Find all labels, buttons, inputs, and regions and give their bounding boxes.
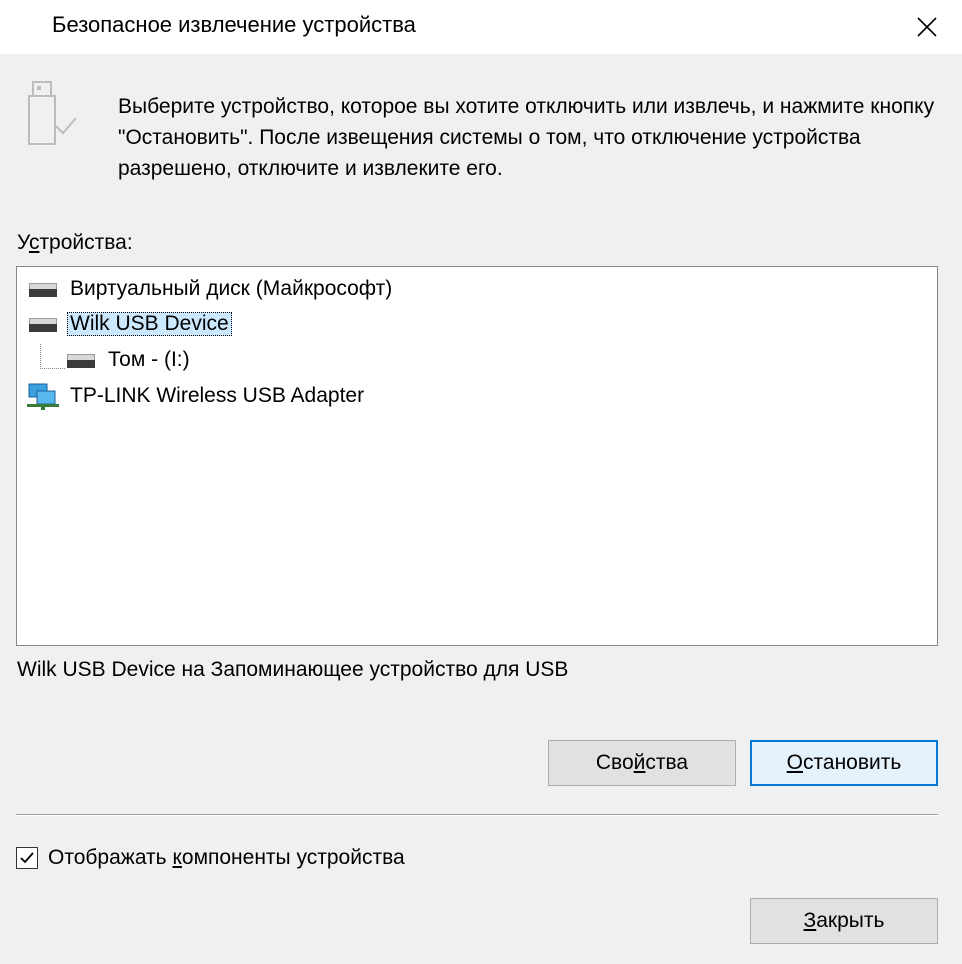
device-status-text: Wilk USB Device на Запоминающее устройст… [17,658,569,681]
usb-drive-icon [28,81,77,145]
device-tree[interactable]: Виртуальный диск (Майкрософт) Wilk USB D… [16,266,938,646]
instructions-text: Выберите устройство, которое вы хотите о… [118,95,935,180]
tree-item-label: Виртуальный диск (Майкрософт) [70,277,393,300]
tree-item-virtual-disk[interactable]: Виртуальный диск (Майкрософт) [29,273,395,305]
show-components-checkbox[interactable] [16,847,38,869]
tree-item-label: Wilk USB Device [67,312,232,336]
drive-icon [29,316,57,332]
drive-icon [67,352,95,368]
drive-icon [29,281,57,297]
title-bar: Безопасное извлечение устройства [0,0,962,54]
stop-button[interactable]: Остановить [750,740,938,786]
devices-label: Устройства: [17,231,133,254]
checkmark-icon [20,852,34,864]
close-icon [917,17,937,37]
properties-button[interactable]: Свойства [548,740,736,786]
network-adapter-icon [27,383,59,410]
show-components-option[interactable]: Отображать компоненты устройства [16,846,405,870]
tree-item-label: TP-LINK Wireless USB Adapter [70,384,365,407]
tree-item-tp-link[interactable]: TP-LINK Wireless USB Adapter [27,380,367,412]
tree-item-volume-i[interactable]: Том - (I:) [67,344,193,376]
tree-item-label: Том - (I:) [108,348,190,371]
tree-connector-line [40,344,65,369]
window-title: Безопасное извлечение устройства [52,12,416,37]
separator [16,814,938,816]
show-components-label: Отображать компоненты устройства [48,846,405,869]
close-window-button[interactable] [892,0,962,54]
tree-item-wilk-usb[interactable]: Wilk USB Device [29,308,232,340]
close-button[interactable]: Закрыть [750,898,938,944]
